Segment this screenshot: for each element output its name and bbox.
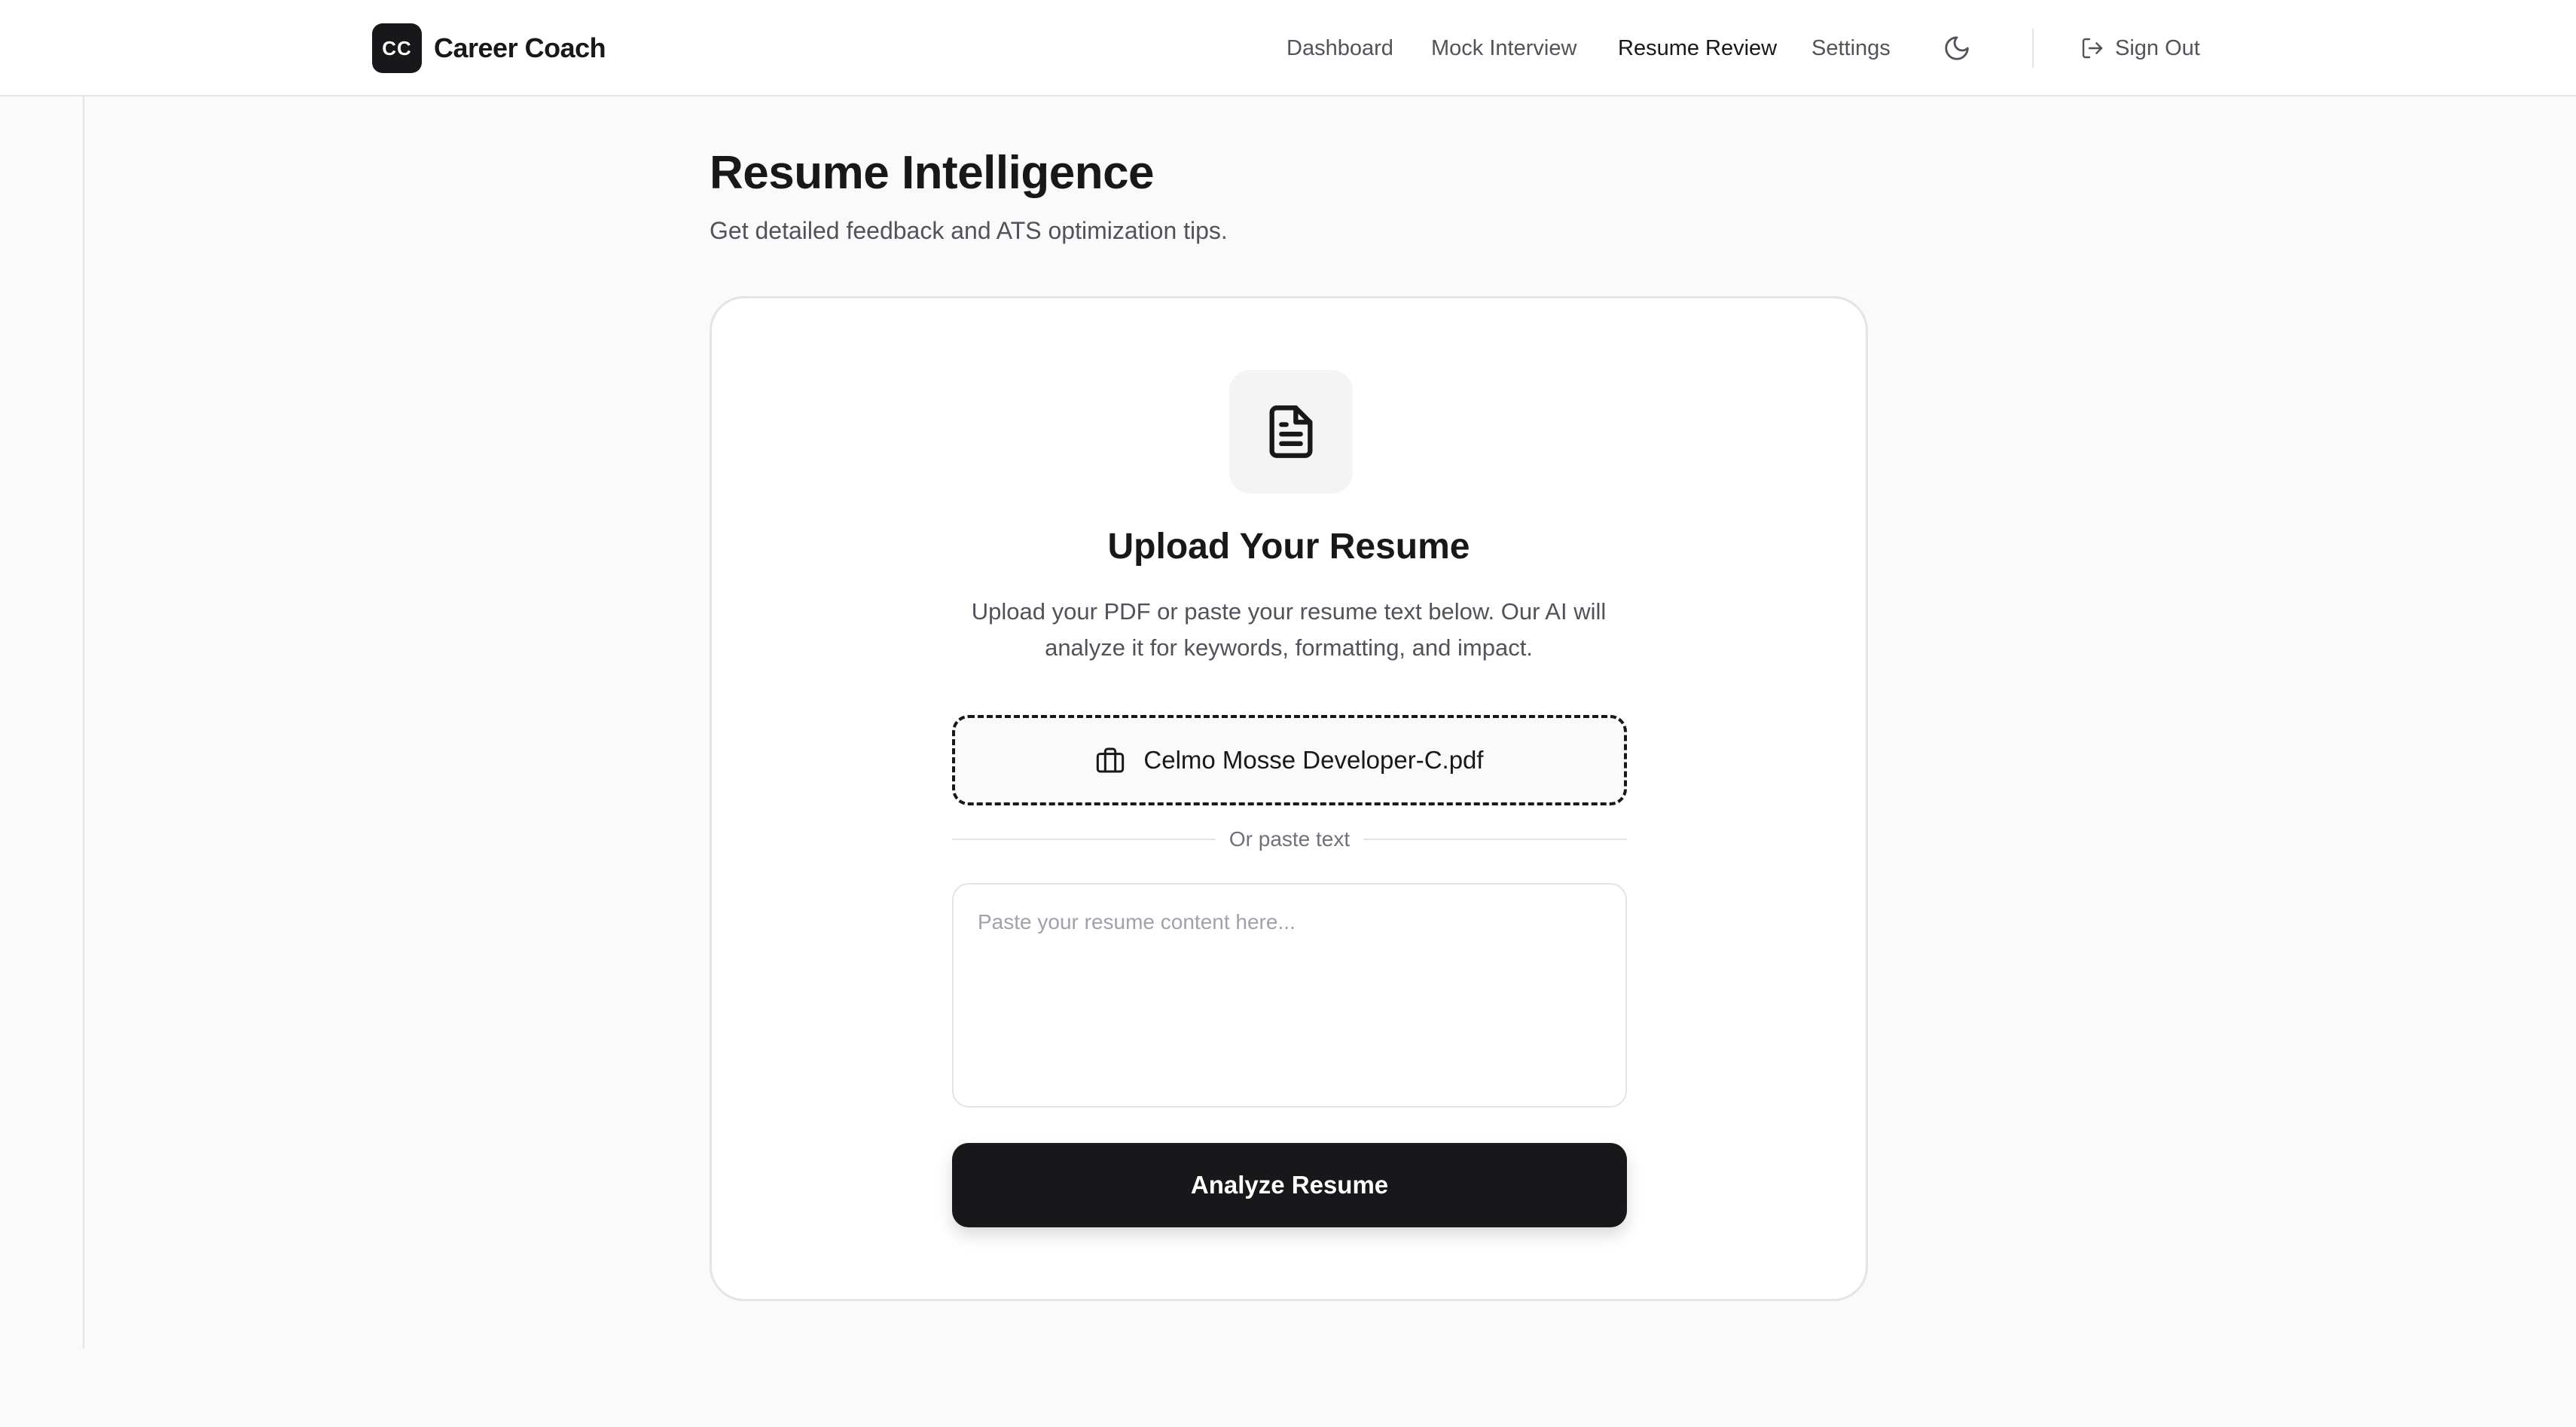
divider-line-left bbox=[952, 839, 1216, 840]
moon-icon bbox=[1945, 36, 1969, 60]
sign-out-button[interactable]: Sign Out bbox=[2080, 33, 2200, 63]
sidebar-divider bbox=[83, 96, 84, 1349]
sign-out-label: Sign Out bbox=[2115, 35, 2200, 60]
upload-card: Upload Your Resume Upload your PDF or pa… bbox=[710, 296, 1868, 1301]
app-name: Career Coach bbox=[434, 32, 606, 63]
upload-title: Upload Your Resume bbox=[1107, 527, 1470, 567]
nav-link-mock-interview[interactable]: Mock Interview bbox=[1431, 33, 1576, 63]
briefcase-icon bbox=[1097, 747, 1125, 773]
document-icon bbox=[1269, 405, 1313, 458]
divider-line-right bbox=[1363, 839, 1628, 840]
or-paste-text-label: Or paste text bbox=[1228, 827, 1351, 851]
resume-text-input[interactable] bbox=[952, 883, 1627, 1108]
or-divider: Or paste text bbox=[952, 823, 1628, 856]
page-title: Resume Intelligence bbox=[710, 147, 1155, 199]
document-icon-container bbox=[1229, 370, 1353, 493]
nav-link-resume-review[interactable]: Resume Review bbox=[1618, 33, 1777, 63]
page-subtitle: Get detailed feedback and ATS optimizati… bbox=[710, 217, 1228, 244]
brand-logo: CC bbox=[372, 23, 422, 73]
theme-toggle-button[interactable] bbox=[1942, 33, 1972, 63]
top-navigation-bar: CC Career Coach Dashboard Mock Interview… bbox=[0, 0, 2576, 96]
file-upload-dropzone[interactable]: Celmo Mosse Developer-C.pdf bbox=[952, 715, 1627, 805]
brand[interactable]: CC Career Coach bbox=[372, 23, 606, 73]
sign-out-icon bbox=[2082, 38, 2103, 59]
uploaded-filename: Celmo Mosse Developer-C.pdf bbox=[1143, 746, 1484, 774]
nav-divider bbox=[2032, 29, 2034, 68]
nav-link-dashboard[interactable]: Dashboard bbox=[1286, 33, 1393, 63]
analyze-resume-button[interactable]: Analyze Resume bbox=[952, 1143, 1627, 1227]
upload-description: Upload your PDF or paste your resume tex… bbox=[971, 598, 1607, 661]
nav-link-settings[interactable]: Settings bbox=[1811, 33, 1891, 63]
